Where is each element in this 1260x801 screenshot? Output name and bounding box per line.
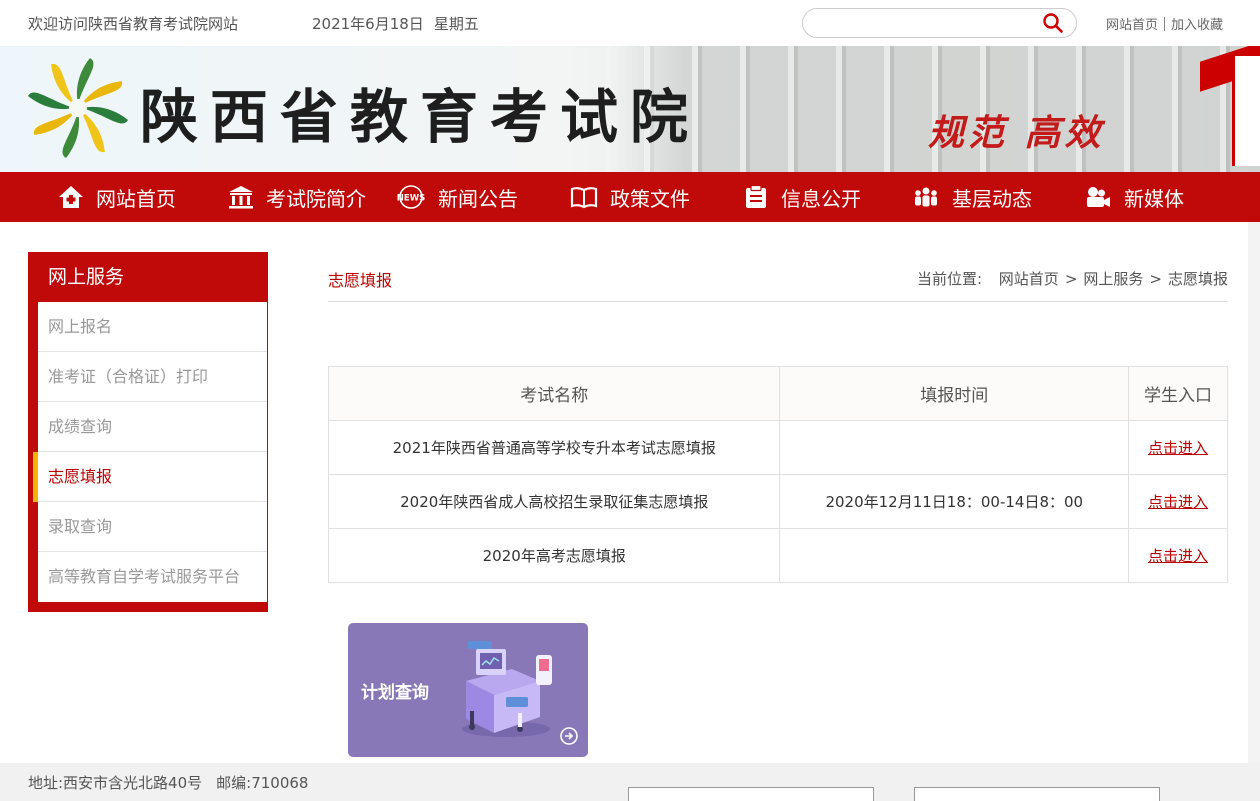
breadcrumb-separator: >	[1149, 270, 1162, 288]
table-row: 2020年陕西省成人高校招生录取征集志愿填报 2020年12月11日18：00-…	[327, 474, 1228, 529]
search-icon[interactable]	[1042, 12, 1064, 34]
nav-label: 考试院简介	[266, 186, 366, 211]
add-favorite-link[interactable]: 加入收藏	[1171, 18, 1223, 33]
nav-label: 新媒体	[1124, 186, 1184, 211]
sidebar-item-admission-ticket[interactable]: 准考证（合格证）打印	[38, 352, 267, 402]
breadcrumb-online-service[interactable]: 网上服务	[1083, 270, 1143, 288]
date-text: 2021年6月18日	[312, 15, 424, 33]
address-text: 地址:西安市含光北路40号	[28, 774, 203, 792]
nav-label: 基层动态	[952, 186, 1032, 211]
enter-link[interactable]: 点击进入	[1148, 493, 1208, 511]
camera-icon	[1087, 187, 1110, 207]
breadcrumb-prefix: 当前位置:	[916, 270, 983, 288]
nav-label: 网站首页	[96, 186, 176, 211]
breadcrumb-current[interactable]: 志愿填报	[1168, 270, 1228, 288]
breadcrumb-home[interactable]: 网站首页	[999, 270, 1059, 288]
header-banner: 陕西省教育考试院 规范 高效	[0, 46, 1260, 172]
sidebar: 网上服务 网上报名 准考证（合格证）打印 成绩查询 志愿填报 录取查询 高等教育…	[28, 252, 268, 612]
welcome-text: 欢迎访问陕西省教育考试院网站	[28, 15, 239, 33]
home-link[interactable]: 网站首页	[1106, 18, 1158, 33]
date-display: 2021年6月18日 星期五	[312, 13, 479, 34]
table-row: 2021年陕西省普通高等学校专升本考试志愿填报 点击进入	[327, 420, 1228, 475]
slogan: 规范 高效	[928, 112, 1105, 154]
exam-name-cell: 2021年陕西省普通高等学校专升本考试志愿填报	[327, 420, 781, 475]
enter-link[interactable]: 点击进入	[1148, 439, 1208, 457]
footer: 地址:西安市含光北路40号 邮编:710068	[0, 763, 1260, 801]
atm-illustration-icon	[462, 641, 552, 737]
sidebar-item-admission-query[interactable]: 录取查询	[38, 502, 267, 552]
home-icon	[59, 186, 83, 208]
content-header: 志愿填报 当前位置: 网站首页 > 网上服务 > 志愿填报	[328, 253, 1228, 302]
sidebar-item-score-query[interactable]: 成绩查询	[38, 402, 267, 452]
site-name: 陕西省教育考试院	[140, 83, 701, 151]
friend-links-select[interactable]	[914, 787, 1160, 801]
search-box	[802, 8, 1077, 38]
nav-label: 信息公开	[781, 186, 861, 211]
fill-time-cell	[779, 420, 1130, 475]
nav-item-policy[interactable]: 政策文件	[570, 172, 690, 222]
column-header-fill-time: 填报时间	[779, 366, 1130, 421]
exam-name-cell: 2020年高考志愿填报	[327, 528, 781, 583]
sidebar-title: 网上服务	[48, 266, 125, 288]
weekday-text: 星期五	[433, 15, 479, 33]
page-edge	[1248, 222, 1260, 763]
exam-name-cell: 2020年陕西省成人高校招生录取征集志愿填报	[327, 474, 781, 529]
breadcrumb: 当前位置: 网站首页 > 网上服务 > 志愿填报	[917, 268, 1228, 289]
exam-table: 考试名称 填报时间 学生入口 2021年陕西省普通高等学校专升本考试志愿填报 点…	[327, 366, 1228, 583]
entry-cell: 点击进入	[1128, 420, 1228, 475]
arrow-right-circle-icon	[560, 727, 578, 745]
column-header-student-entry: 学生入口	[1128, 366, 1228, 421]
fill-time-cell	[779, 528, 1130, 583]
nav-label: 新闻公告	[438, 186, 518, 211]
book-icon	[570, 187, 598, 209]
sidebar-item-online-registration[interactable]: 网上报名	[38, 302, 267, 352]
link-divider	[1164, 17, 1166, 31]
card-label: 计划查询	[361, 683, 429, 703]
building-icon	[229, 186, 253, 209]
fill-time-cell: 2020年12月11日18：00-14日8：00	[779, 474, 1130, 529]
postcode-text: 邮编:710068	[216, 774, 309, 792]
table-row: 2020年高考志愿填报 点击进入	[327, 528, 1228, 583]
nav-item-news[interactable]: NEWS 新闻公告	[396, 172, 518, 222]
enter-link[interactable]: 点击进入	[1148, 547, 1208, 565]
nav-item-updates[interactable]: 基层动态	[912, 172, 1032, 222]
top-bar: 欢迎访问陕西省教育考试院网站 2021年6月18日 星期五 网站首页 加入收藏	[0, 0, 1260, 46]
address-line: 地址:西安市含光北路40号 邮编:710068	[28, 772, 308, 793]
search-input[interactable]	[817, 14, 1037, 34]
top-links: 网站首页 加入收藏	[1106, 14, 1223, 33]
entry-cell: 点击进入	[1128, 528, 1228, 583]
page-title: 志愿填报	[328, 271, 393, 290]
svg-text:NEWS: NEWS	[397, 194, 425, 204]
people-icon	[915, 187, 937, 207]
main-nav: 网站首页 考试院简介 NEWS 新闻公告 政策文件 信息公开 基层动态 新媒体	[0, 172, 1260, 222]
sidebar-item-volunteer[interactable]: 志愿填报	[33, 452, 267, 502]
related-links-select[interactable]	[628, 787, 874, 801]
news-icon: NEWS	[397, 185, 425, 209]
sidebar-item-self-study[interactable]: 高等教育自学考试服务平台	[38, 552, 267, 602]
logo-icon	[28, 58, 128, 158]
nav-item-new-media[interactable]: 新媒体	[1084, 172, 1184, 222]
plan-query-card[interactable]: 计划查询	[348, 623, 588, 757]
sidebar-menu: 网上报名 准考证（合格证）打印 成绩查询 志愿填报 录取查询 高等教育自学考试服…	[33, 302, 267, 602]
nav-label: 政策文件	[610, 186, 690, 211]
breadcrumb-separator: >	[1064, 270, 1078, 288]
clipboard-icon	[746, 185, 766, 208]
entry-cell: 点击进入	[1128, 474, 1228, 529]
nav-item-disclosure[interactable]: 信息公开	[743, 172, 861, 222]
nav-item-home[interactable]: 网站首页	[58, 172, 176, 222]
institution-plaque	[1232, 56, 1260, 166]
nav-item-about[interactable]: 考试院简介	[228, 172, 366, 222]
column-header-exam-name: 考试名称	[327, 366, 781, 421]
table-header-row: 考试名称 填报时间 学生入口	[327, 366, 1228, 421]
